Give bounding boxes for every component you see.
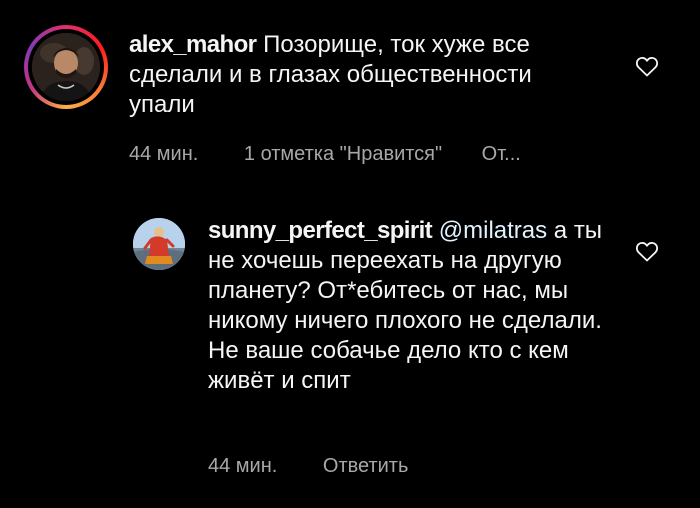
- timestamp: 44 мин.: [129, 143, 199, 165]
- username[interactable]: alex_mahor: [129, 31, 257, 58]
- reply-button[interactable]: Ответить: [323, 455, 409, 478]
- avatar[interactable]: [24, 25, 108, 109]
- avatar[interactable]: [133, 218, 185, 270]
- comment-meta: 44 мин. Ответить: [208, 455, 408, 478]
- heart-outline-icon[interactable]: [635, 55, 659, 77]
- reply-button[interactable]: От...: [482, 143, 521, 166]
- mention-link[interactable]: @milatras: [439, 217, 547, 244]
- comment-text: sunny_perfect_spirit @milatras а ты не х…: [208, 216, 608, 396]
- username[interactable]: sunny_perfect_spirit: [208, 217, 433, 244]
- likes-count[interactable]: 1 отметка "Нравится": [244, 143, 442, 166]
- heart-outline-icon[interactable]: [635, 240, 659, 262]
- comment-text: alex_mahor Позорище, ток хуже все сделал…: [129, 30, 599, 120]
- comment-meta: 44 мин. 1 отметка "Нравится" От...: [129, 143, 521, 166]
- timestamp: 44 мин.: [208, 455, 278, 477]
- avatar-photo: [32, 33, 100, 101]
